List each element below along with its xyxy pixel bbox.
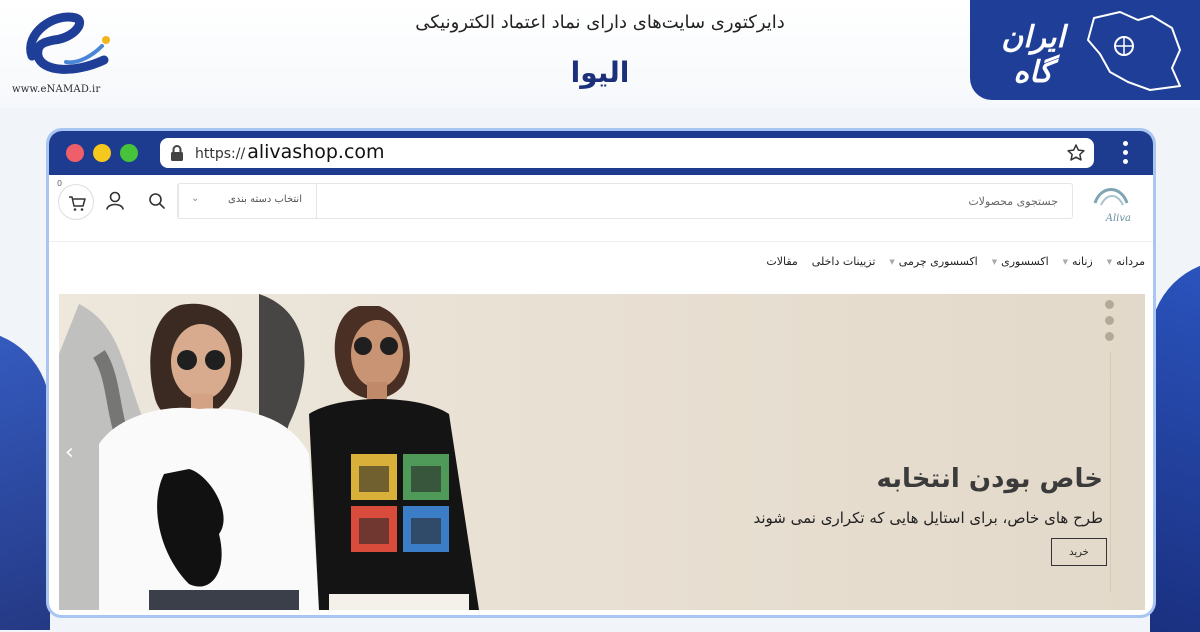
lock-icon	[171, 145, 183, 161]
nav-item-label: مقالات	[766, 255, 798, 268]
chevron-down-icon: ▼	[1062, 257, 1069, 266]
browser-window: https://alivashop.com Aliva انتخاب دسته …	[46, 128, 1156, 618]
browser-toolbar: https://alivashop.com	[49, 131, 1153, 175]
search-icon	[149, 193, 165, 209]
search-button[interactable]	[139, 183, 175, 219]
decorative-wave-left	[0, 330, 50, 630]
chevron-down-icon: ▼	[991, 257, 998, 266]
nav-item-label: اکسسوری	[1001, 255, 1049, 268]
decorative-wave-right	[1150, 260, 1200, 632]
url-text: https://alivashop.com	[195, 141, 385, 163]
nav-item-label: اکسسوری چرمی	[898, 255, 978, 268]
category-label: انتخاب دسته بندی	[228, 194, 302, 205]
search-box: انتخاب دسته بندی ⌄	[177, 183, 1073, 219]
hero-subtitle: طرح های خاص، برای استایل هایی که تکراری …	[753, 509, 1103, 527]
account-button[interactable]	[101, 187, 129, 215]
url-host: alivashop.com	[247, 141, 385, 163]
bookmark-star-icon[interactable]	[1066, 143, 1086, 163]
nav-item-label: تزیینات داخلی	[811, 255, 876, 268]
slider-dot[interactable]	[1105, 300, 1114, 309]
nav-item-women[interactable]: زنانه ▼	[1063, 255, 1093, 268]
nav-list: مردانه ▼ زنانه ▼ اکسسوری ▼ اکسسوری چرمی ▼ تز…	[752, 255, 1145, 268]
main-navigation: مردانه ▼ زنانه ▼ اکسسوری ▼ اکسسوری چرمی ▼ تز…	[49, 241, 1153, 283]
minimize-window-dot[interactable]	[93, 144, 111, 162]
hero-heading: خاص بودن انتخابه	[876, 464, 1104, 494]
search-input[interactable]	[315, 184, 1072, 218]
chevron-down-icon: ⌄	[191, 193, 200, 204]
close-window-dot[interactable]	[66, 144, 84, 162]
shop-title: الیوا	[570, 56, 630, 89]
decorative-line	[1110, 352, 1111, 592]
nav-item-accessories[interactable]: اکسسوری ▼	[992, 255, 1049, 268]
nav-item-label: زنانه	[1072, 255, 1093, 268]
enamad-e-icon	[26, 12, 110, 74]
url-scheme: https://	[195, 146, 246, 162]
aliva-logo-icon	[1093, 188, 1129, 206]
hero-models-image	[59, 294, 479, 610]
enamad-url[interactable]: www.eNAMAD.ir	[12, 84, 100, 95]
site-logo-text: Aliva	[1105, 213, 1131, 224]
directory-title: دایرکتوری سایت‌های دارای نماد اعتماد الک…	[415, 12, 785, 33]
hero-slider: ‹ خاص بودن انتخابه طرح های خاص، برای است…	[59, 294, 1145, 610]
nav-item-men[interactable]: مردانه ▼	[1107, 255, 1145, 268]
cart-count-badge: 0	[57, 179, 63, 188]
nav-item-articles[interactable]: مقالات	[766, 255, 797, 268]
slider-dot[interactable]	[1105, 316, 1114, 325]
nav-item-leather-accessories[interactable]: اکسسوری چرمی ▼	[889, 255, 977, 268]
nav-item-label: مردانه	[1116, 255, 1145, 268]
browser-menu-icon[interactable]	[1123, 141, 1129, 165]
maximize-window-dot[interactable]	[120, 144, 138, 162]
address-bar[interactable]: https://alivashop.com	[160, 138, 1094, 168]
chevron-down-icon: ▼	[889, 257, 895, 266]
nav-item-home-decor[interactable]: تزیینات داخلی	[812, 255, 876, 268]
slider-pagination	[1105, 300, 1115, 348]
chevron-down-icon: ▼	[1106, 257, 1113, 266]
iran-map-icon	[1087, 11, 1181, 91]
cart-icon	[69, 196, 86, 211]
cart-button[interactable]	[58, 184, 94, 220]
irangah-badge[interactable]: ایران گاه	[970, 0, 1200, 100]
top-banner: www.eNAMAD.ir دایرکتوری سایت‌های دارای ن…	[0, 0, 1200, 108]
category-select[interactable]: انتخاب دسته بندی ⌄	[178, 184, 317, 218]
buy-button[interactable]: خرید	[1051, 538, 1107, 566]
irangah-label: ایران گاه	[1001, 20, 1065, 90]
enamad-logo[interactable]: www.eNAMAD.ir	[10, 4, 116, 96]
slider-prev-arrow-icon[interactable]: ‹	[65, 440, 74, 465]
site-header: Aliva انتخاب دسته بندی ⌄	[49, 175, 1153, 245]
slider-dot[interactable]	[1105, 332, 1114, 341]
user-icon	[106, 191, 124, 210]
